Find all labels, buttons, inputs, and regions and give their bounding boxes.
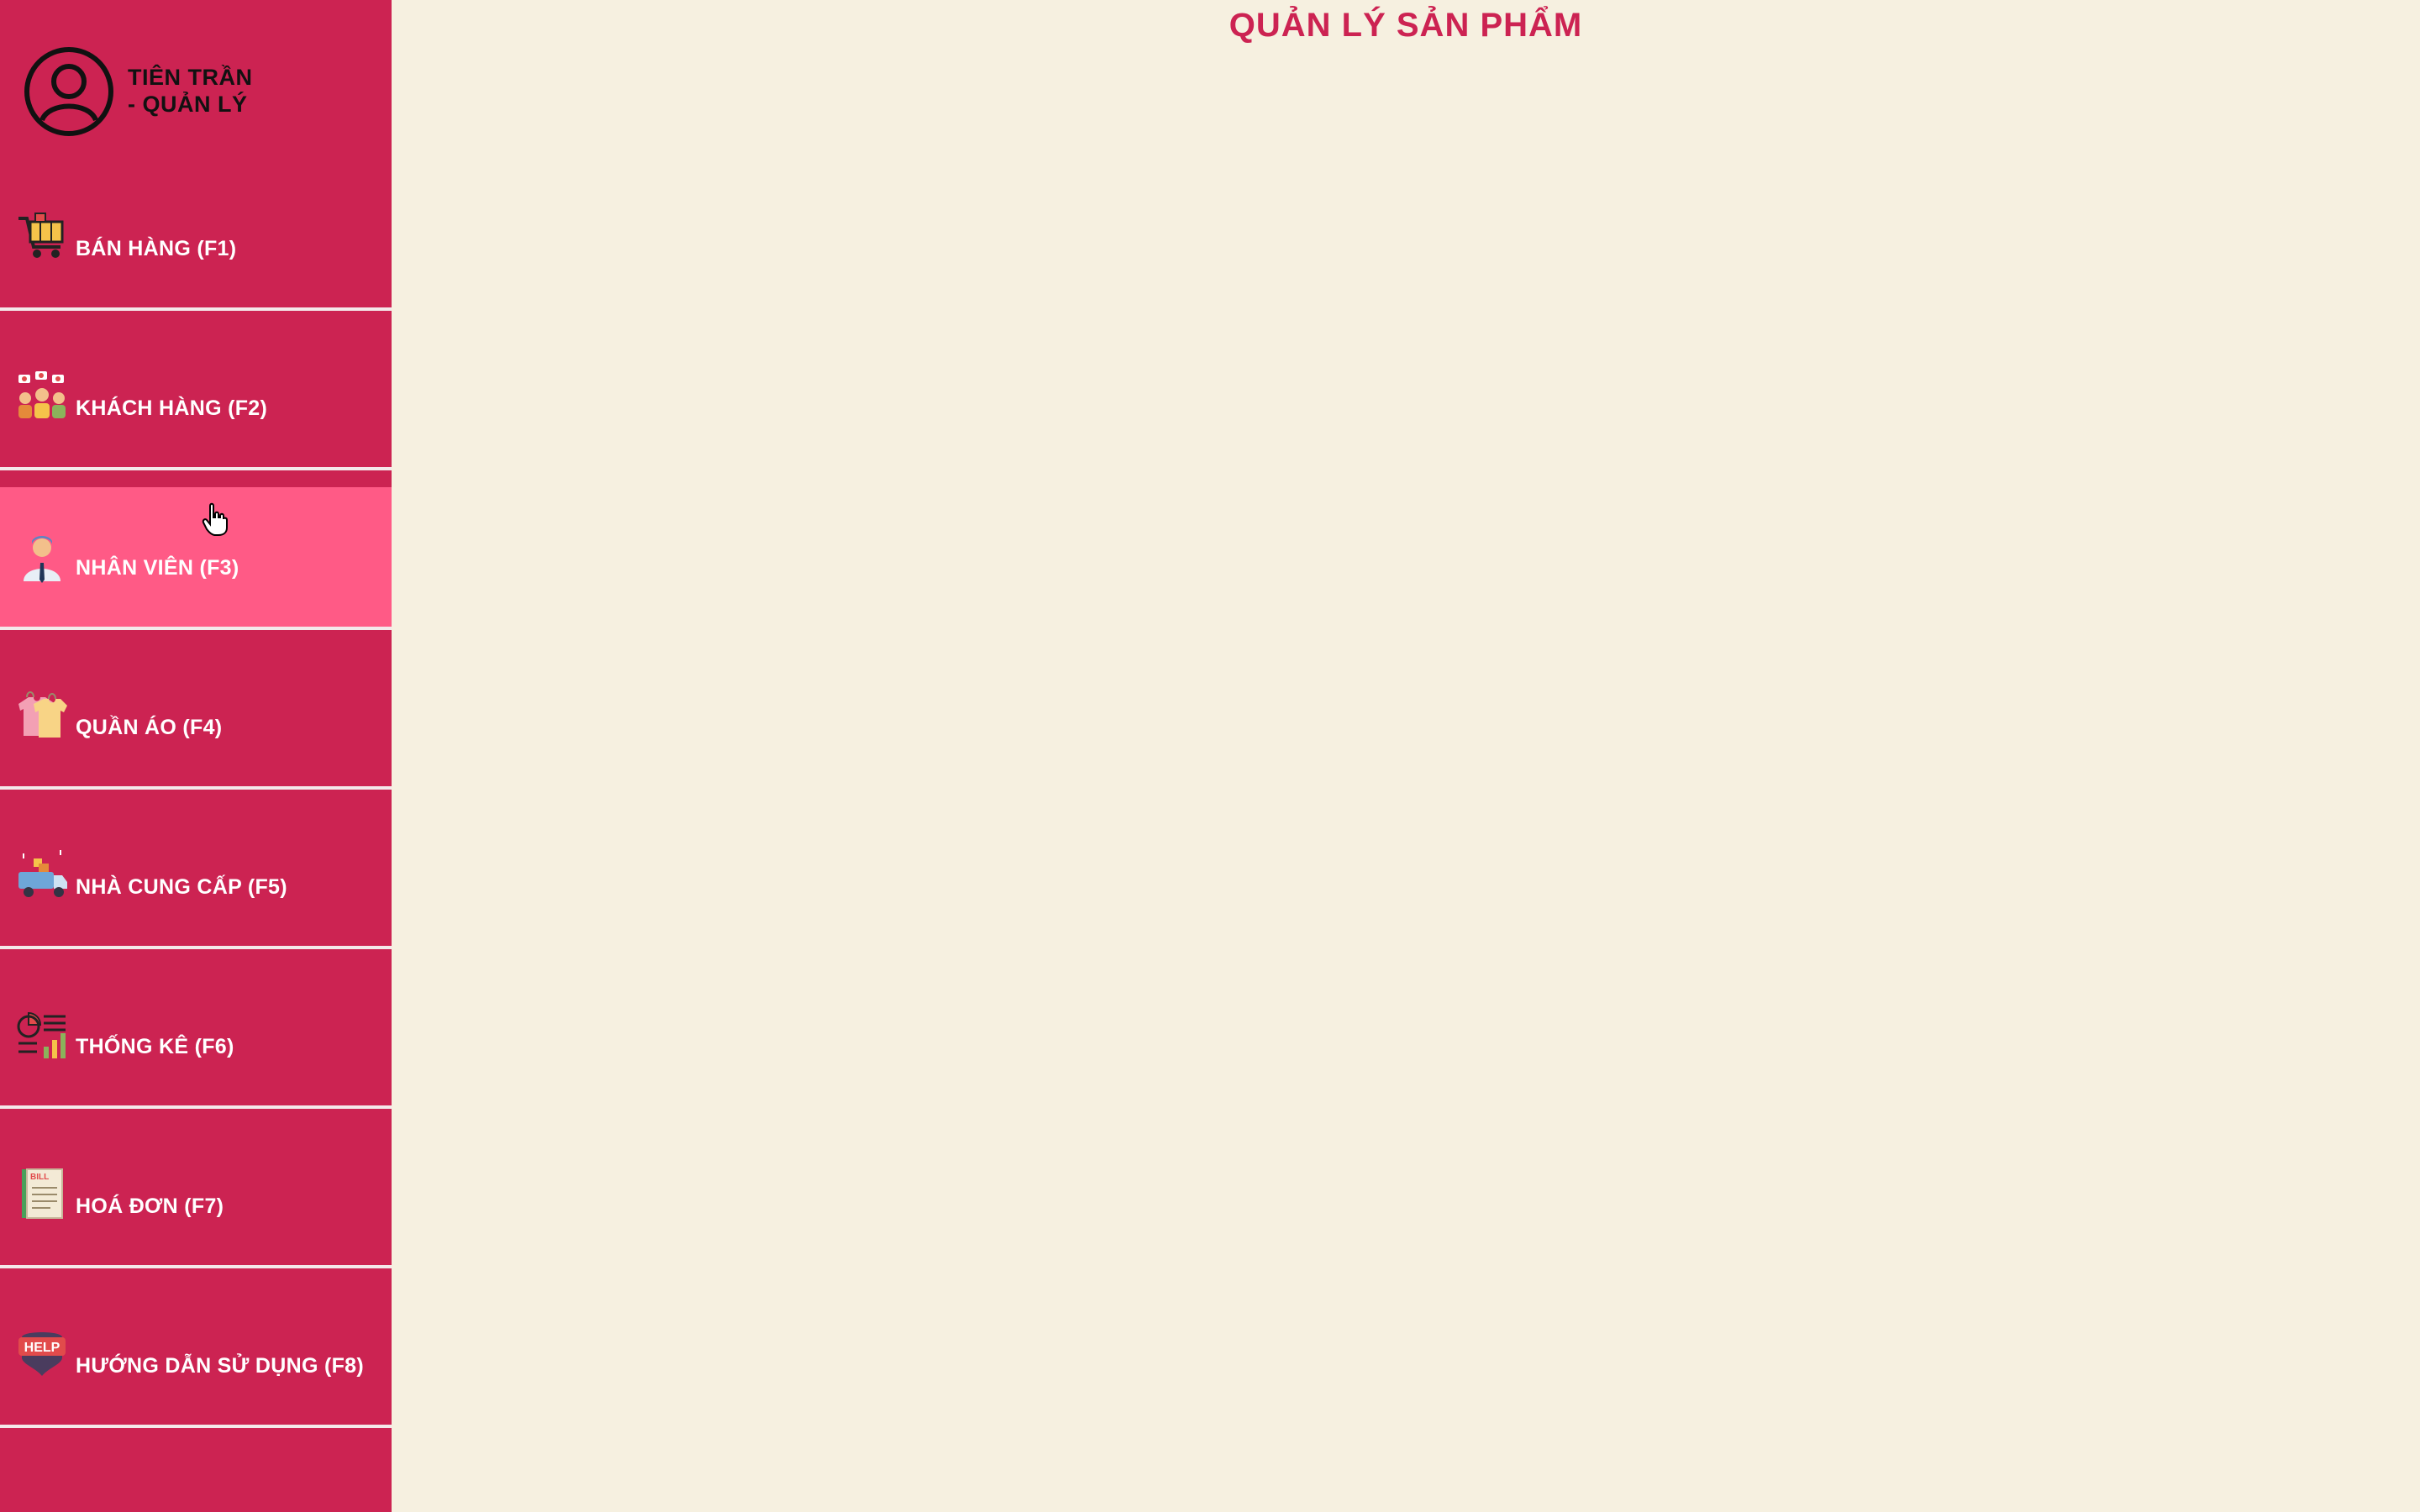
help-icon: HELP: [18, 1332, 66, 1376]
user-name-line1: TIÊN TRẦN: [128, 65, 253, 90]
sidebar-item-ban-hang[interactable]: BÁN HÀNG (F1): [0, 168, 392, 307]
sidebar-item-label: NHÂN VIÊN (F3): [76, 556, 239, 580]
hand-cursor-icon: [202, 502, 228, 536]
statistics-icon: [17, 1011, 66, 1058]
sidebar-item-hoa-don[interactable]: BILL HOÁ ĐƠN (F7): [0, 1109, 392, 1265]
sidebar-item-label: BÁN HÀNG (F1): [76, 237, 237, 260]
shopping-cart-icon: [18, 213, 64, 258]
sidebar-item-nha-cung-cap[interactable]: NHÀ CUNG CẤP (F5): [0, 790, 392, 946]
sidebar-item-nhan-vien[interactable]: NHÂN VIÊN (F3): [0, 487, 392, 627]
sidebar-item-label: THỐNG KÊ (F6): [76, 1035, 234, 1058]
user-role-line: - QUẢN LÝ: [128, 92, 248, 117]
employee-icon: [24, 536, 60, 583]
main-content-area: [392, 59, 2420, 1512]
sidebar: TIÊN TRẦN - QUẢN LÝ BÁN HÀNG (F1) KHÁCH …: [0, 0, 392, 1512]
sidebar-item-label: HƯỚNG DẪN SỬ DỤNG (F8): [76, 1354, 365, 1378]
sidebar-empty-slot: [0, 1428, 392, 1512]
sidebar-item-thong-ke[interactable]: THỐNG KÊ (F6): [0, 949, 392, 1105]
bill-icon: BILL: [22, 1168, 63, 1219]
user-profile: TIÊN TRẦN - QUẢN LÝ: [0, 0, 392, 168]
user-name: TIÊN TRẦN - QUẢN LÝ: [128, 64, 253, 118]
clothes-icon: [18, 691, 67, 738]
sidebar-item-label: NHÀ CUNG CẤP (F5): [76, 875, 287, 899]
sidebar-item-label: HOÁ ĐƠN (F7): [76, 1194, 224, 1218]
customers-icon: [18, 371, 66, 418]
help-icon-text: HELP: [24, 1341, 60, 1355]
bill-icon-text: BILL: [30, 1173, 49, 1182]
sidebar-item-quan-ao[interactable]: QUẦN ÁO (F4): [0, 630, 392, 786]
user-circle-icon: [24, 47, 113, 136]
sidebar-divider: [0, 467, 392, 470]
delivery-truck-icon: [18, 850, 67, 897]
sidebar-item-khach-hang[interactable]: KHÁCH HÀNG (F2): [0, 311, 392, 467]
app-window: TIÊN TRẦN - QUẢN LÝ BÁN HÀNG (F1) KHÁCH …: [0, 0, 2420, 1512]
sidebar-item-huong-dan[interactable]: HELP HƯỚNG DẪN SỬ DỤNG (F8): [0, 1268, 392, 1425]
page-title: QUẢN LÝ SẢN PHẨM: [1228, 7, 1583, 44]
sidebar-item-label: KHÁCH HÀNG (F2): [76, 396, 268, 420]
sidebar-item-label: QUẦN ÁO (F4): [76, 716, 223, 739]
